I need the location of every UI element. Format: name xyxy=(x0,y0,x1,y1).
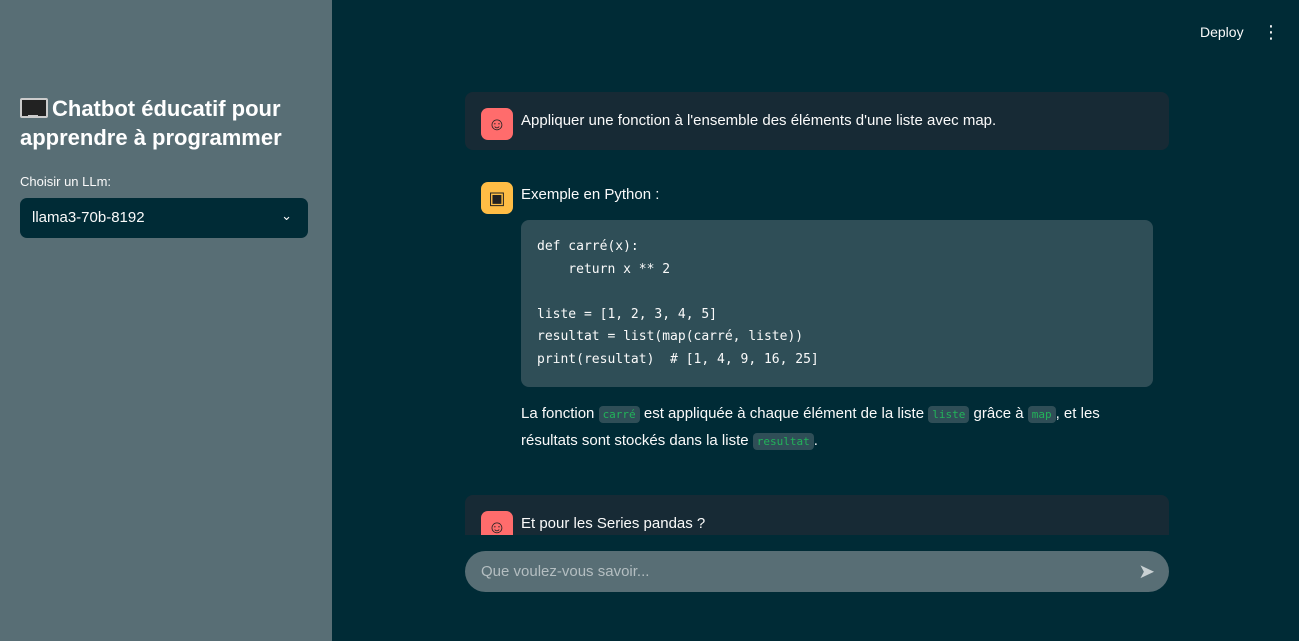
app-title: Chatbot éducatif pour apprendre à progra… xyxy=(20,96,282,150)
message-text: Appliquer une fonction à l'ensemble des … xyxy=(521,112,997,129)
llm-select[interactable]: llama3-70b-8192 ⌄ xyxy=(20,198,308,238)
user-message: ☺ Appliquer une fonction à l'ensemble de… xyxy=(465,92,1169,150)
user-avatar-icon: ☺ xyxy=(481,108,513,140)
robot-avatar-icon: ▣ xyxy=(481,182,513,214)
inline-code: resultat xyxy=(752,433,814,450)
message-text: Et pour les Series pandas ? xyxy=(521,515,706,532)
chat-history: ☺ Appliquer une fonction à l'ensemble de… xyxy=(465,92,1169,535)
text: grâce à xyxy=(969,405,1028,422)
inline-code: map xyxy=(1027,406,1056,423)
text: . xyxy=(813,432,818,449)
chat-input[interactable]: Que voulez-vous savoir... ➤ xyxy=(465,551,1169,592)
chevron-down-icon: ⌄ xyxy=(281,208,292,223)
llm-select-label: Choisir un LLm: xyxy=(20,174,112,189)
inline-code: carré xyxy=(598,406,640,423)
vertical-dots-icon[interactable]: ⋮ xyxy=(1262,22,1280,42)
code-block: def carré(x): return x ** 2 liste = [1, … xyxy=(521,220,1153,387)
send-icon[interactable]: ➤ xyxy=(1138,559,1155,584)
user-avatar-icon: ☺ xyxy=(481,511,513,535)
user-message: ☺ Et pour les Series pandas ? xyxy=(465,495,1169,535)
message-intro: Exemple en Python : xyxy=(521,186,660,203)
sidebar: Chatbot éducatif pour apprendre à progra… xyxy=(0,0,332,641)
llm-select-value: llama3-70b-8192 xyxy=(32,209,145,226)
text: est appliquée à chaque élément de la lis… xyxy=(639,405,929,422)
message-explanation: La fonction carré est appliquée à chaque… xyxy=(521,401,1153,455)
assistant-message: ▣ Exemple en Python : def carré(x): retu… xyxy=(465,166,1169,471)
deploy-button[interactable]: Deploy xyxy=(1200,24,1244,40)
inline-code: liste xyxy=(928,406,970,423)
desktop-computer-icon xyxy=(20,98,48,118)
chat-input-placeholder: Que voulez-vous savoir... xyxy=(481,563,650,580)
text: La fonction xyxy=(521,405,599,422)
